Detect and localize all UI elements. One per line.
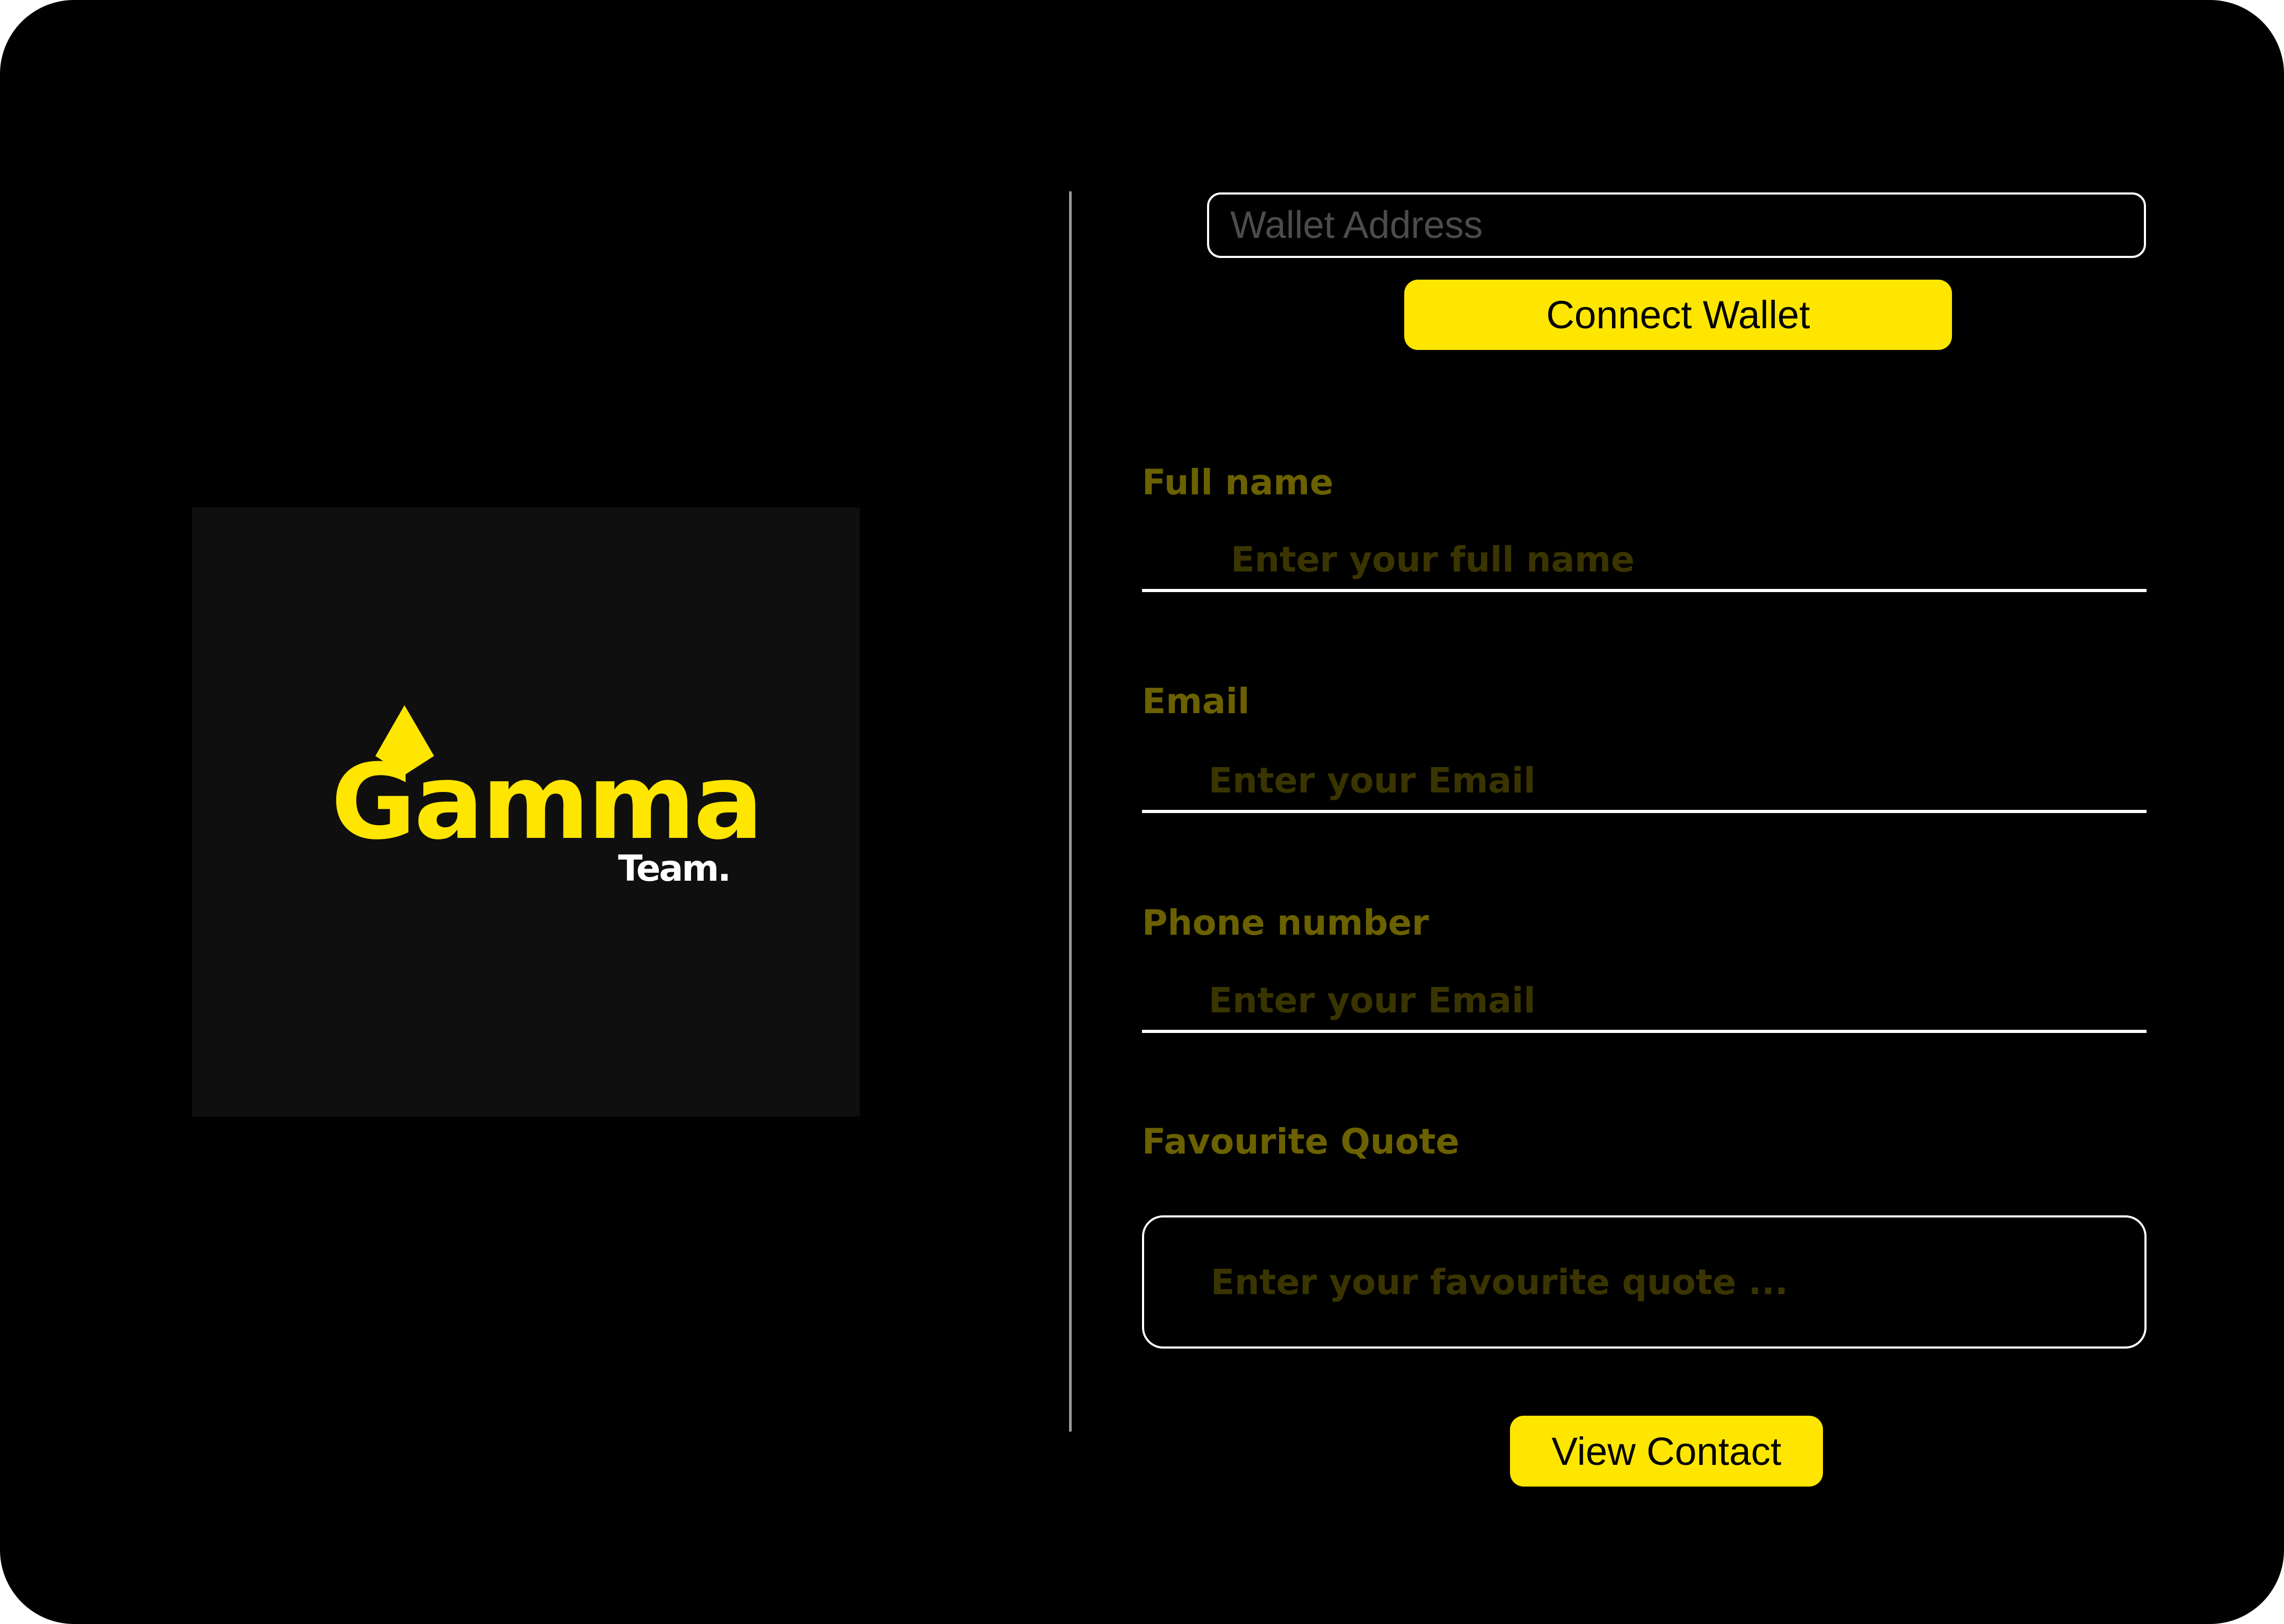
phone-number-input[interactable] [1142, 971, 2147, 1033]
vertical-divider [1069, 191, 1072, 1432]
logo-panel: Gamma Team. [192, 508, 860, 1116]
logo-wordmark: Gamma [331, 742, 763, 863]
logo-subtitle: Team. [618, 848, 731, 890]
app-window: Gamma Team. Connect Wallet Full name Ema… [0, 0, 2284, 1624]
full-name-input[interactable] [1142, 530, 2147, 592]
email-label: Email [1142, 681, 1250, 722]
phone-number-label: Phone number [1142, 902, 1429, 943]
favourite-quote-label: Favourite Quote [1142, 1121, 1460, 1162]
email-input[interactable] [1142, 751, 2147, 813]
full-name-label: Full name [1142, 462, 1334, 503]
favourite-quote-input[interactable] [1142, 1215, 2147, 1349]
wallet-address-input[interactable] [1207, 192, 2146, 258]
view-contact-button[interactable]: View Contact [1510, 1416, 1823, 1487]
connect-wallet-button[interactable]: Connect Wallet [1404, 280, 1952, 350]
